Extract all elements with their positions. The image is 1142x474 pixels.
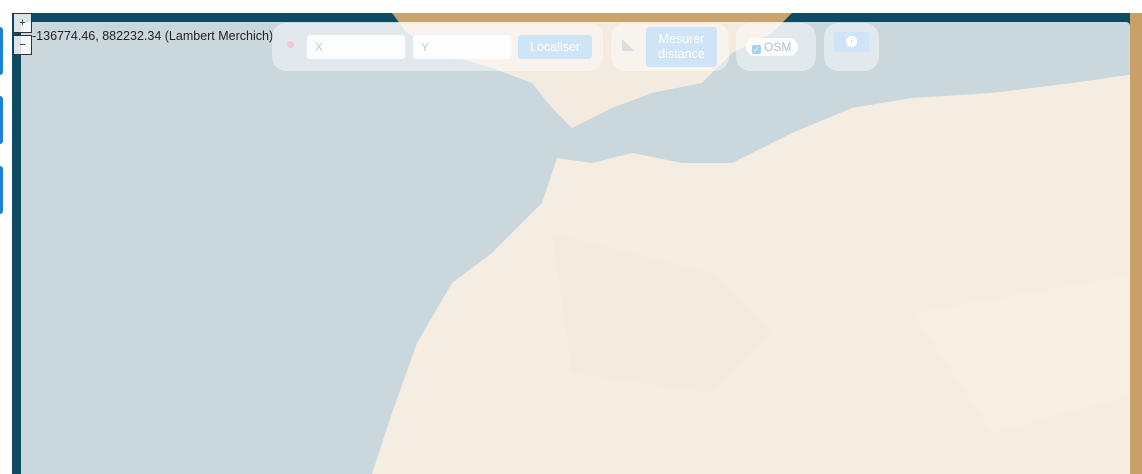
info-icon: i bbox=[846, 36, 857, 47]
ruler-icon bbox=[622, 39, 634, 51]
side-tab-2[interactable] bbox=[0, 96, 3, 144]
pin-icon bbox=[287, 41, 294, 48]
measure-label-line1: Mesurer bbox=[658, 32, 705, 46]
coordinate-readout: -136774.46, 882232.34 (Lambert Merchich) bbox=[32, 29, 274, 43]
measure-label-line2: distance bbox=[658, 47, 705, 61]
zoom-in-button[interactable]: + bbox=[13, 13, 32, 33]
checkbox-checked-icon[interactable]: ✓ bbox=[752, 45, 761, 54]
zoom-control: + − bbox=[13, 13, 32, 55]
x-coordinate-input[interactable]: X bbox=[307, 35, 405, 59]
locate-button[interactable]: Localiser bbox=[518, 35, 592, 59]
map-overlay-veil bbox=[21, 22, 1130, 474]
side-tab-1[interactable] bbox=[0, 27, 3, 75]
map-canvas[interactable] bbox=[12, 13, 1142, 474]
side-tab-3[interactable] bbox=[0, 166, 3, 214]
left-panel-strip bbox=[0, 0, 12, 474]
y-coordinate-input[interactable]: Y bbox=[413, 35, 511, 59]
measure-panel: Mesurer distance bbox=[611, 23, 729, 71]
locate-panel: X Y Localiser bbox=[272, 23, 603, 71]
info-panel: i bbox=[824, 23, 879, 71]
info-button[interactable]: i bbox=[834, 32, 869, 52]
measure-distance-button[interactable]: Mesurer distance bbox=[646, 27, 717, 67]
layers-panel: ✓ OSM bbox=[736, 23, 816, 71]
osm-label: OSM bbox=[764, 40, 792, 54]
zoom-out-button[interactable]: − bbox=[13, 35, 32, 55]
osm-layer-toggle[interactable]: ✓ OSM bbox=[746, 38, 799, 56]
